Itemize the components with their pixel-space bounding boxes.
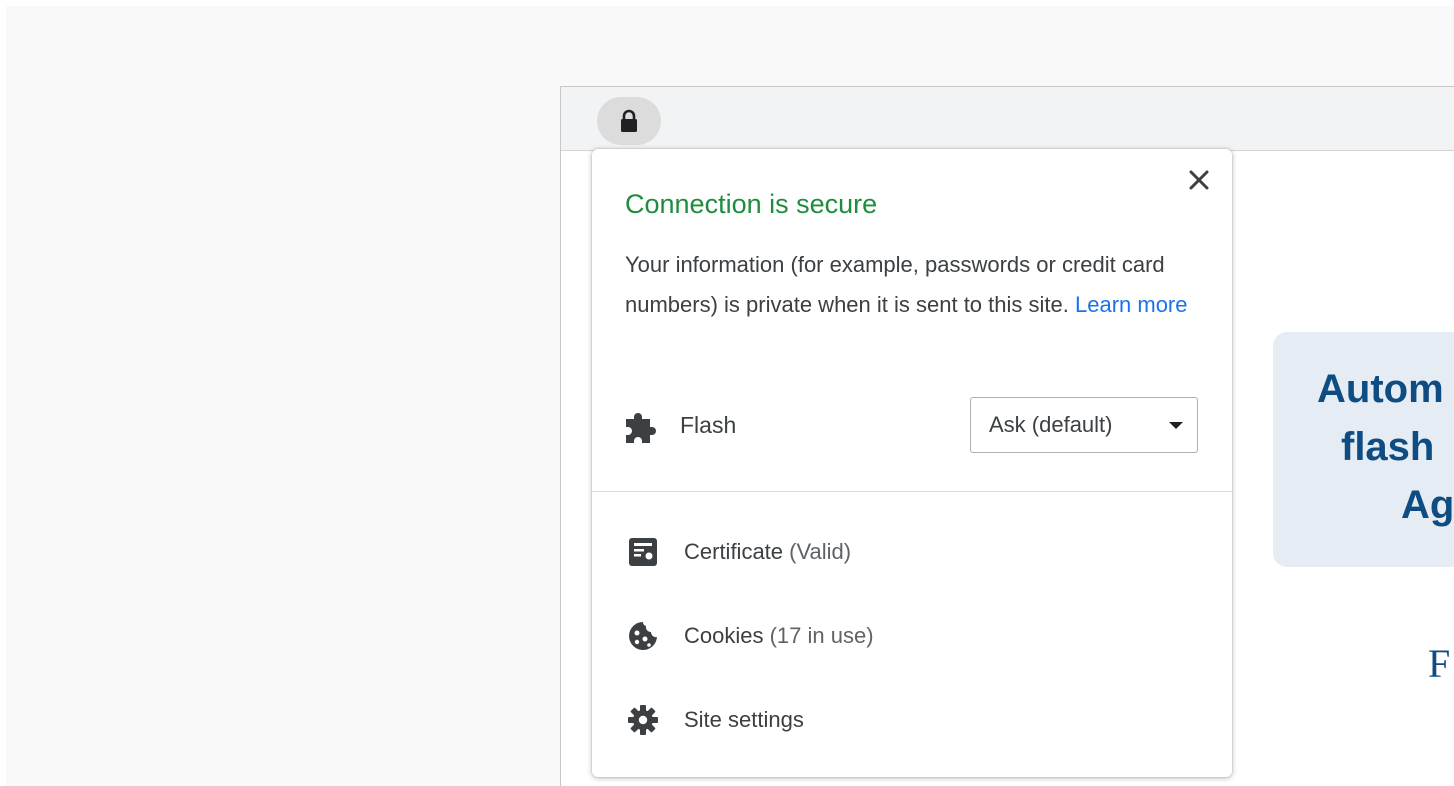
permission-row-flash: Flash Ask (default) xyxy=(622,397,1202,455)
card-text-line-2: flash xyxy=(1341,425,1435,469)
close-icon xyxy=(1189,170,1209,190)
site-settings-label: Site settings xyxy=(684,707,804,732)
card-text-line-3: Ag xyxy=(1401,483,1454,527)
site-info-popup: Connection is secure Your information (f… xyxy=(592,149,1232,777)
browser-toolbar xyxy=(561,87,1454,151)
card-text-line-1: Autom xyxy=(1317,367,1444,411)
page-promo-card: Autom flash Ag xyxy=(1273,332,1454,567)
cookies-label-text: Cookies xyxy=(684,623,764,648)
certificate-status: (Valid) xyxy=(789,539,852,564)
cookies-label: Cookies (17 in use) xyxy=(684,623,874,649)
connection-description: Your information (for example, passwords… xyxy=(625,245,1210,325)
lock-icon xyxy=(621,109,637,132)
certificate-icon xyxy=(629,538,657,566)
certificate-item[interactable]: Certificate (Valid) xyxy=(592,517,1232,587)
page-serif-text: F xyxy=(1428,641,1451,686)
permission-select[interactable]: Ask (default) xyxy=(970,397,1198,453)
permission-label: Flash xyxy=(680,412,737,438)
screen-canvas: Autom flash Ag F Connection is secure Yo… xyxy=(6,6,1454,786)
puzzle-piece-icon xyxy=(626,413,656,443)
cookies-item[interactable]: Cookies (17 in use) xyxy=(592,601,1232,671)
site-info-button[interactable] xyxy=(597,97,661,145)
permission-select-value: Ask (default) xyxy=(989,412,1113,437)
connection-status-title: Connection is secure xyxy=(625,189,878,219)
cookie-icon xyxy=(629,622,657,650)
chevron-down-icon xyxy=(1169,422,1183,429)
certificate-label: Certificate (Valid) xyxy=(684,539,851,565)
cookies-count: (17 in use) xyxy=(769,623,874,648)
certificate-label-text: Certificate xyxy=(684,539,784,564)
close-button[interactable] xyxy=(1184,165,1214,195)
learn-more-link[interactable]: Learn more xyxy=(1075,292,1188,317)
divider xyxy=(592,491,1232,492)
gear-icon xyxy=(628,705,658,735)
site-settings-item[interactable]: Site settings xyxy=(592,685,1232,755)
